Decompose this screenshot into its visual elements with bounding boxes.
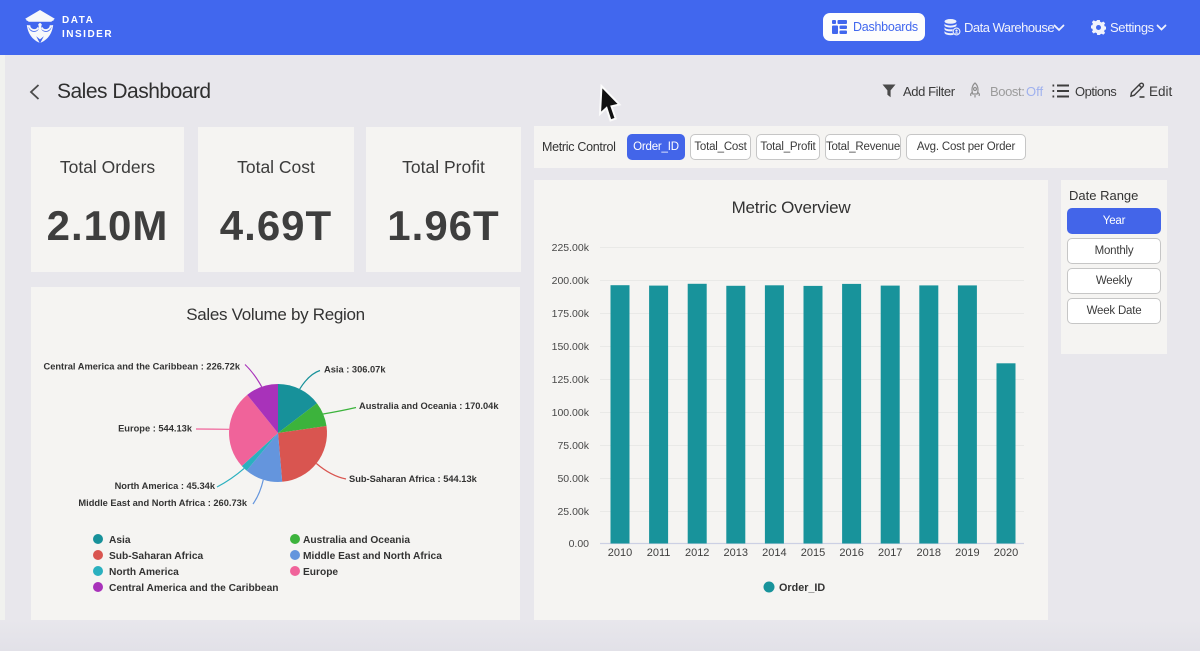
svg-text:0.00: 0.00	[569, 538, 590, 550]
svg-text:125.00k: 125.00k	[552, 374, 590, 386]
svg-text:North America: North America	[109, 567, 179, 578]
svg-text:Australia and Oceania: Australia and Oceania	[303, 535, 410, 546]
svg-text:North America : 45.34k: North America : 45.34k	[115, 481, 216, 491]
svg-text:Order_ID: Order_ID	[779, 582, 825, 594]
svg-text:Europe : 544.13k: Europe : 544.13k	[118, 424, 193, 434]
svg-text:2019: 2019	[955, 547, 979, 559]
svg-text:2017: 2017	[878, 547, 902, 559]
svg-text:200.00k: 200.00k	[552, 275, 590, 287]
svg-text:2016: 2016	[839, 547, 863, 559]
svg-text:2013: 2013	[724, 547, 748, 559]
svg-text:2020: 2020	[994, 547, 1018, 559]
svg-text:2010: 2010	[608, 547, 632, 559]
svg-text:75.00k: 75.00k	[557, 440, 589, 452]
svg-text:25.00k: 25.00k	[557, 506, 589, 518]
svg-text:150.00k: 150.00k	[552, 341, 590, 353]
svg-text:2015: 2015	[801, 547, 825, 559]
svg-text:100.00k: 100.00k	[552, 407, 590, 419]
svg-text:Asia : 306.07k: Asia : 306.07k	[324, 365, 386, 375]
svg-text:2012: 2012	[685, 547, 709, 559]
svg-text:50.00k: 50.00k	[557, 473, 589, 485]
svg-text:175.00k: 175.00k	[552, 308, 590, 320]
svg-text:Central America and the Caribb: Central America and the Caribbean	[109, 583, 278, 594]
svg-text:Europe: Europe	[303, 567, 338, 578]
svg-text:Middle East and North Africa :: Middle East and North Africa : 260.73k	[78, 498, 247, 508]
svg-text:Asia: Asia	[109, 535, 131, 546]
svg-text:Middle East and North Africa: Middle East and North Africa	[303, 551, 442, 562]
svg-text:Central America and the Caribb: Central America and the Caribbean : 226.…	[43, 362, 240, 372]
svg-text:Sub-Saharan Africa : 544.13k: Sub-Saharan Africa : 544.13k	[349, 474, 478, 484]
svg-text:2011: 2011	[647, 547, 671, 559]
svg-text:2014: 2014	[762, 547, 786, 559]
svg-text:225.00k: 225.00k	[552, 242, 590, 254]
svg-text:Australia and Oceania : 170.04: Australia and Oceania : 170.04k	[359, 401, 499, 411]
svg-text:Sub-Saharan Africa: Sub-Saharan Africa	[109, 551, 203, 562]
svg-text:2018: 2018	[917, 547, 941, 559]
